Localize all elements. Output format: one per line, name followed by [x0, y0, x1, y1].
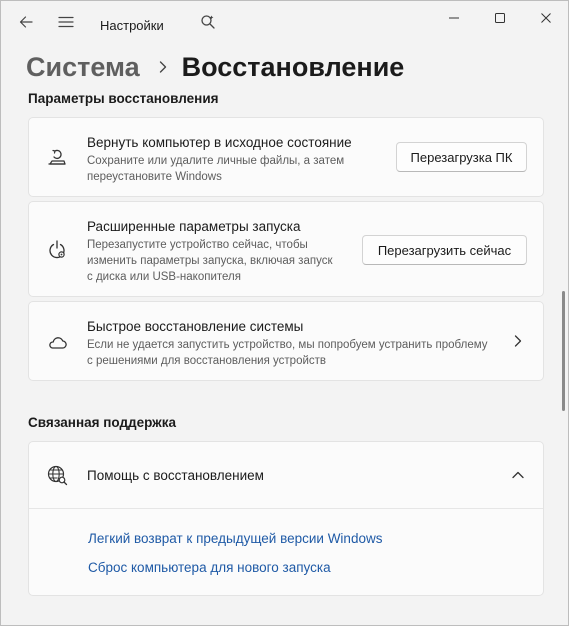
- recovery-options-heading: Параметры восстановления: [28, 91, 219, 106]
- quick-recovery-desc-line: Если не удается запустить устройство, мы…: [87, 339, 488, 351]
- close-button[interactable]: [523, 1, 568, 35]
- advanced-startup-desc-line: изменить параметры запуска, включая запу…: [87, 255, 333, 267]
- search-icon: [201, 15, 215, 29]
- maximize-icon: [495, 13, 505, 23]
- app-title: Настройки: [100, 18, 164, 33]
- help-link-rollback-windows[interactable]: Легкий возврат к предыдущей версии Windo…: [88, 531, 382, 546]
- close-icon: [541, 13, 551, 23]
- related-support-heading: Связанная поддержка: [28, 415, 177, 430]
- globe-icon: [46, 464, 68, 486]
- advanced-startup-icon: [46, 239, 68, 261]
- advanced-startup-description: Перезапустите устройство сейчас, чтобы и…: [87, 237, 347, 285]
- breadcrumb: Система Восстановление: [26, 47, 404, 87]
- chevron-up-icon[interactable]: [511, 468, 525, 482]
- minimize-icon: [449, 17, 459, 19]
- quick-recovery-title: Быстрое восстановление системы: [87, 319, 304, 334]
- cloud-icon: [46, 331, 68, 353]
- breadcrumb-system-link[interactable]: Система: [26, 52, 140, 83]
- content-area: Параметры восстановления Вернуть компьют…: [1, 89, 568, 625]
- restart-now-button[interactable]: Перезагрузить сейчас: [362, 235, 527, 265]
- back-arrow-icon: [19, 16, 33, 28]
- settings-window: Настройки Система Восстановление Парамет…: [0, 0, 569, 626]
- scrollbar[interactable]: [562, 291, 565, 411]
- reset-pc-title: Вернуть компьютер в исходное состояние: [87, 135, 352, 150]
- maximize-button[interactable]: [477, 1, 523, 35]
- navigation-menu-button[interactable]: [51, 7, 81, 37]
- reset-pc-desc-line: переустановите Windows: [87, 171, 222, 183]
- advanced-startup-desc-line: Перезапустите устройство сейчас, чтобы: [87, 239, 308, 251]
- advanced-startup-title: Расширенные параметры запуска: [87, 219, 301, 234]
- search-button[interactable]: [193, 7, 223, 37]
- recovery-help-card: Помощь с восстановлением Легкий возврат …: [28, 441, 544, 596]
- quick-recovery-card[interactable]: Быстрое восстановление системы Если не у…: [28, 301, 544, 381]
- recovery-help-title: Помощь с восстановлением: [87, 468, 264, 483]
- title-bar: Настройки: [1, 1, 568, 47]
- quick-recovery-desc-line: с решениями для восстановления устройств: [87, 355, 327, 367]
- reset-pc-card: Вернуть компьютер в исходное состояние С…: [28, 117, 544, 197]
- reset-pc-icon: [46, 147, 68, 169]
- page-title: Восстановление: [181, 51, 405, 82]
- chevron-right-icon: [514, 335, 522, 347]
- advanced-startup-desc-line: с диска или USB-накопителя: [87, 271, 241, 283]
- help-link-reset-pc[interactable]: Сброс компьютера для нового запуска: [88, 560, 331, 575]
- reset-pc-desc-line: Сохраните или удалите личные файлы, а за…: [87, 155, 345, 167]
- reset-pc-button[interactable]: Перезагрузка ПК: [396, 142, 527, 172]
- minimize-button[interactable]: [431, 1, 477, 35]
- quick-recovery-description: Если не удается запустить устройство, мы…: [87, 337, 507, 369]
- chevron-right-icon: [158, 60, 168, 74]
- back-button[interactable]: [11, 7, 41, 37]
- hamburger-menu-icon: [58, 16, 74, 28]
- reset-pc-description: Сохраните или удалите личные файлы, а за…: [87, 153, 347, 185]
- advanced-startup-card: Расширенные параметры запуска Перезапуст…: [28, 201, 544, 297]
- recovery-help-header[interactable]: Помощь с восстановлением: [29, 442, 543, 509]
